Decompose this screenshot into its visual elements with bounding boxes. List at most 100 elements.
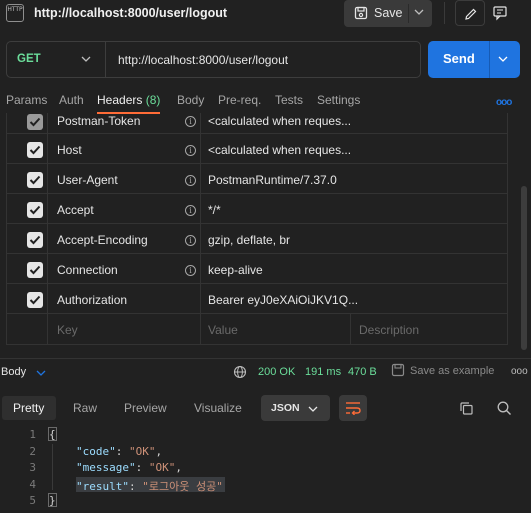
checkmark-icon <box>29 295 41 305</box>
send-button[interactable]: Send <box>428 41 520 78</box>
header-checkbox[interactable] <box>27 232 43 248</box>
info-icon[interactable]: i <box>185 265 196 276</box>
header-checkbox[interactable] <box>27 262 43 278</box>
request-title[interactable]: http://localhost:8000/user/logout <box>34 6 227 20</box>
save-as-example-button[interactable]: Save as example <box>410 365 494 377</box>
header-checkbox[interactable] <box>27 114 43 130</box>
json-value: "OK" <box>148 461 176 474</box>
header-key[interactable]: Postman-Token <box>57 114 140 128</box>
cell-divider <box>350 314 351 344</box>
globe-icon[interactable] <box>233 365 247 379</box>
code-line[interactable]: "message": "OK", <box>76 461 182 474</box>
checkbox-cell <box>7 113 48 133</box>
table-row: Postman-Token i <calculated when reques.… <box>7 113 507 134</box>
json-value: "OK" <box>129 445 156 458</box>
chevron-down-icon[interactable] <box>81 55 91 63</box>
header-key[interactable]: Authorization <box>57 293 127 307</box>
header-value[interactable]: */* <box>208 203 221 217</box>
json-colon: : <box>128 480 143 493</box>
response-size[interactable]: 470 B <box>348 366 377 378</box>
save-button[interactable]: Save <box>344 0 432 27</box>
comment-icon[interactable] <box>492 5 508 21</box>
wrap-lines-button[interactable] <box>339 395 367 421</box>
tab-settings[interactable]: Settings <box>317 93 360 107</box>
save-disk-icon <box>391 363 405 377</box>
response-section-select[interactable]: Body <box>1 366 26 378</box>
more-options-icon[interactable]: ooo <box>511 366 528 377</box>
tab-raw[interactable]: Raw <box>73 401 97 415</box>
cell-divider <box>200 113 201 133</box>
tab-auth[interactable]: Auth <box>59 93 84 107</box>
header-value[interactable]: PostmanRuntime/7.37.0 <box>208 173 337 187</box>
checkmark-icon <box>29 145 41 155</box>
json-comma: , <box>155 445 163 458</box>
header-checkbox[interactable] <box>27 172 43 188</box>
line-number: 2 <box>29 445 36 458</box>
url-input[interactable]: http://localhost:8000/user/logout <box>118 53 288 67</box>
search-icon[interactable] <box>496 400 512 416</box>
http-request-icon: HTTP <box>6 4 24 22</box>
wrap-lines-icon <box>346 402 361 415</box>
table-row: Accept-Encoding i gzip, deflate, br <box>7 224 507 254</box>
info-icon[interactable]: i <box>185 116 196 127</box>
info-icon[interactable]: i <box>185 175 196 186</box>
header-key[interactable]: Host <box>57 143 82 157</box>
header-key[interactable]: Accept-Encoding <box>57 233 148 247</box>
table-row: Connection i keep-alive <box>7 254 507 284</box>
header-value[interactable]: gzip, deflate, br <box>208 233 290 247</box>
checkmark-icon <box>29 117 41 127</box>
tab-visualize[interactable]: Visualize <box>194 401 242 415</box>
new-description-input[interactable]: Description <box>359 323 419 337</box>
chevron-down-icon <box>308 406 318 412</box>
chevron-down-icon[interactable] <box>414 8 424 16</box>
save-disk-icon <box>354 6 368 20</box>
info-icon[interactable]: i <box>185 145 196 156</box>
line-number: 3 <box>29 461 36 474</box>
tab-preview[interactable]: Preview <box>124 401 167 415</box>
more-options-icon[interactable]: ooo <box>496 97 512 108</box>
edit-button[interactable] <box>455 0 485 26</box>
header-checkbox[interactable] <box>27 142 43 158</box>
header-value[interactable]: <calculated when reques... <box>208 114 351 128</box>
code-line[interactable]: "result": "로그아웃 성공" <box>76 478 223 494</box>
checkbox-cell <box>7 194 48 223</box>
info-icon[interactable]: i <box>185 235 196 246</box>
chevron-down-icon[interactable] <box>36 369 46 377</box>
status-code[interactable]: 200 OK <box>258 366 295 378</box>
new-value-input[interactable]: Value <box>208 323 238 337</box>
header-checkbox[interactable] <box>27 292 43 308</box>
tab-tests[interactable]: Tests <box>275 93 303 107</box>
header-key[interactable]: User-Agent <box>57 173 118 187</box>
header-value[interactable]: Bearer eyJ0eXAiOiJKV1Q... <box>208 293 358 307</box>
json-comma: , <box>175 461 182 474</box>
tab-body[interactable]: Body <box>177 93 204 107</box>
json-key: "result" <box>76 480 129 493</box>
method-select[interactable]: GET <box>17 53 41 65</box>
code-close-brace[interactable]: } <box>49 494 56 507</box>
chevron-down-icon[interactable] <box>498 55 508 63</box>
cell-divider <box>200 224 201 253</box>
header-checkbox[interactable] <box>27 202 43 218</box>
response-time[interactable]: 191 ms <box>305 366 341 378</box>
tab-headers[interactable]: Headers (8) <box>97 93 160 107</box>
table-row: Key Value Description <box>7 314 507 344</box>
send-divider <box>489 41 490 78</box>
header-key[interactable]: Accept <box>57 203 94 217</box>
code-line[interactable]: "code": "OK", <box>76 445 162 458</box>
header-key[interactable]: Connection <box>57 263 118 277</box>
tab-params[interactable]: Params <box>6 93 47 107</box>
header-value[interactable]: <calculated when reques... <box>208 143 351 157</box>
new-key-input[interactable]: Key <box>57 323 78 337</box>
code-open-brace[interactable]: { <box>49 428 56 441</box>
format-select[interactable]: JSON <box>261 395 330 421</box>
header-value[interactable]: keep-alive <box>208 263 263 277</box>
tab-prereq[interactable]: Pre-req. <box>218 93 261 107</box>
info-icon[interactable]: i <box>185 205 196 216</box>
checkmark-icon <box>29 175 41 185</box>
json-key: "message" <box>76 461 136 474</box>
tab-pretty[interactable]: Pretty <box>13 401 44 415</box>
copy-icon[interactable] <box>459 401 474 416</box>
url-divider <box>105 42 106 77</box>
json-key: "code" <box>76 445 116 458</box>
vertical-scrollbar[interactable] <box>521 186 527 350</box>
